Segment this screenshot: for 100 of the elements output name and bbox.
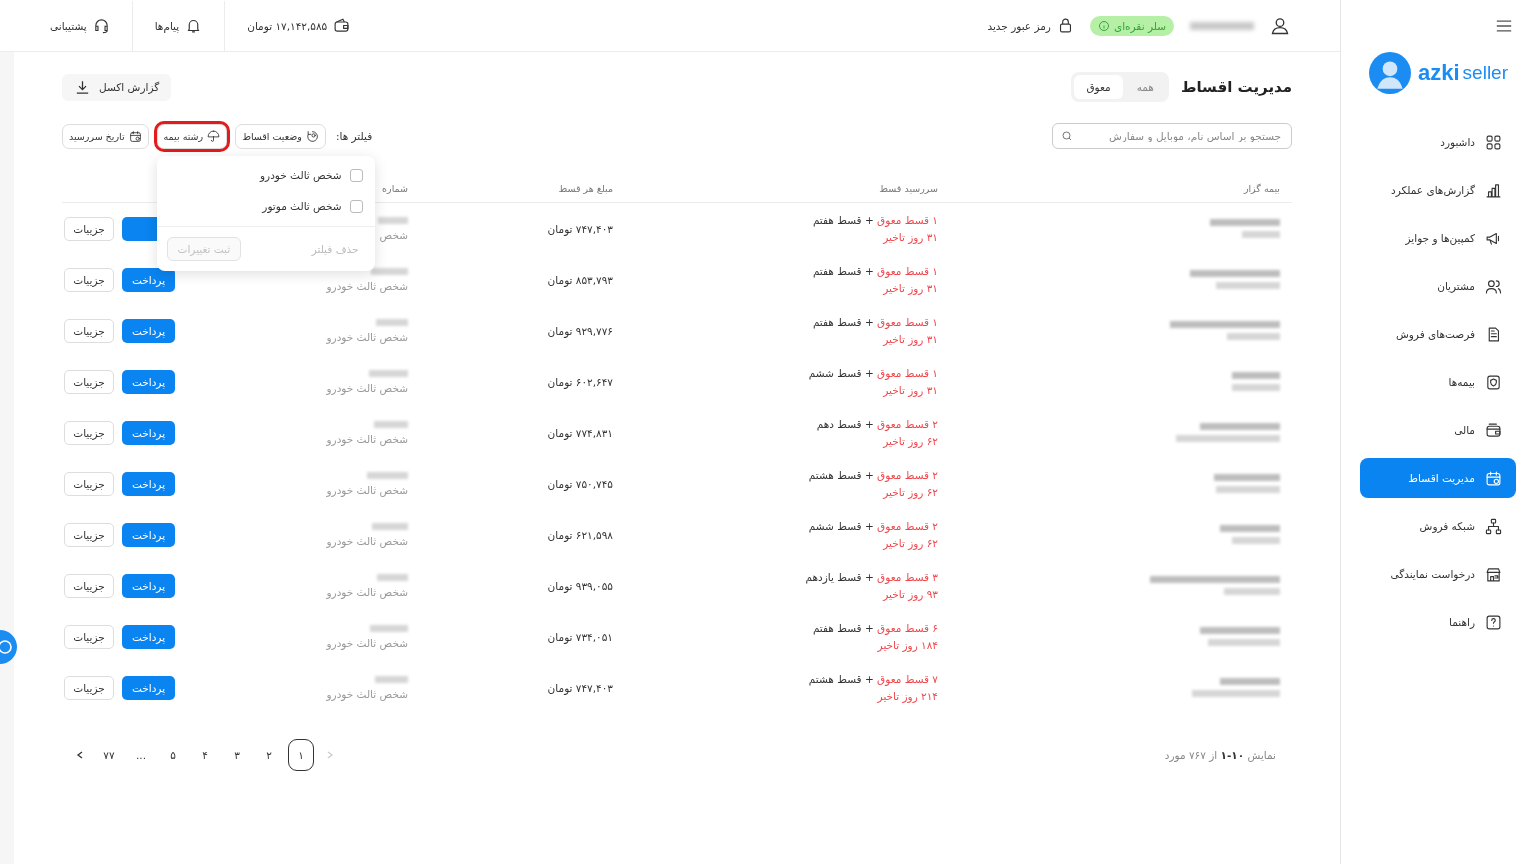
page-button[interactable]: ۴	[192, 739, 218, 771]
help-icon	[1485, 613, 1502, 631]
delay-days: ۱۸۴ روز تاخیر	[877, 639, 938, 651]
shield-icon	[1485, 373, 1502, 391]
seller-level-badge: سلر نقره‌ای	[1089, 15, 1174, 36]
wallet-balance[interactable]: ۱۷,۱۴۲,۵۸۵ تومان	[247, 17, 351, 34]
pay-button[interactable]: پرداخت	[122, 573, 175, 598]
sidebar-item[interactable]: مالی	[1361, 410, 1516, 450]
support-link[interactable]: پشتیبانی	[50, 17, 110, 34]
blurred-text	[1232, 372, 1280, 379]
overdue-count: ۲ قسط معوق	[877, 520, 938, 532]
filter-option[interactable]: شخص ثالث خودرو	[156, 159, 375, 191]
installment-amount: ۹۳۹,۰۵۵ تومان	[547, 579, 613, 592]
details-button[interactable]: جزییات	[64, 267, 114, 292]
next-installment: + قسط دهم	[816, 418, 874, 430]
tab[interactable]: معوق	[1074, 75, 1123, 99]
overdue-count: ۶ قسط معوق	[877, 622, 938, 634]
sidebar-item[interactable]: مشتریان	[1361, 266, 1516, 306]
filter-chip[interactable]: رشته بیمه	[156, 123, 228, 149]
blurred-text	[1220, 525, 1280, 532]
sidebar-item[interactable]: درخواست نمایندگی	[1361, 554, 1516, 594]
checkbox[interactable]	[349, 199, 363, 213]
details-button[interactable]: جزییات	[64, 318, 114, 343]
blurred-text	[1220, 678, 1280, 685]
details-button[interactable]: جزییات	[64, 624, 114, 649]
policy-type: شخص ثالث خودرو	[326, 279, 408, 292]
page-button[interactable]: ...	[128, 739, 154, 771]
pay-button[interactable]: پرداخت	[122, 318, 175, 343]
pay-button[interactable]: پرداخت	[122, 522, 175, 547]
delay-days: ۳۱ روز تاخیر	[883, 333, 938, 345]
sidebar-item[interactable]: فرصت‌های فروش	[1361, 314, 1516, 354]
blurred-text	[1216, 486, 1280, 493]
pay-button[interactable]: پرداخت	[122, 624, 175, 649]
next-installment: + قسط هشتم	[808, 673, 874, 685]
user-icon[interactable]	[1270, 15, 1290, 36]
results-summary: نمایش ۱۰-۱ از ۷۶۷ مورد	[1164, 749, 1276, 761]
blurred-text	[1208, 639, 1280, 646]
checkbox[interactable]	[349, 168, 363, 182]
sidebar-item[interactable]: بیمه‌ها	[1361, 362, 1516, 402]
wallet-icon	[333, 17, 351, 34]
policy-type: شخص ثالث خودرو	[326, 636, 408, 649]
sidebar-item[interactable]: مدیریت اقساط	[1360, 458, 1516, 498]
search-icon	[1061, 130, 1073, 142]
sidebar-item[interactable]: کمپین‌ها و جوایز	[1361, 218, 1516, 258]
installment-amount: ۷۷۴,۸۳۱ تومان	[547, 426, 613, 439]
details-button[interactable]: جزییات	[64, 420, 114, 445]
page-button[interactable]: ۲	[256, 739, 282, 771]
details-button[interactable]: جزییات	[64, 471, 114, 496]
blurred-text	[367, 471, 408, 479]
next-installment: + قسط هفتم	[812, 316, 874, 328]
blurred-text	[1216, 282, 1280, 289]
delay-days: ۶۲ روز تاخیر	[883, 486, 938, 498]
page-button[interactable]: ۵	[160, 739, 186, 771]
details-button[interactable]: جزییات	[64, 369, 114, 394]
messages-link[interactable]: پیام‌ها	[154, 17, 203, 34]
installment-amount: ۸۵۳,۷۹۳ تومان	[547, 273, 613, 286]
page-button[interactable]: ۱	[288, 739, 314, 771]
headset-icon	[92, 17, 110, 34]
overdue-count: ۲ قسط معوق	[877, 418, 938, 430]
pay-button[interactable]: پرداخت	[122, 267, 175, 292]
mascot-avatar-icon	[1369, 52, 1411, 94]
change-password-link[interactable]: رمز عبور جدید	[987, 17, 1074, 34]
installment-amount: ۷۴۷,۴۰۳ تومان	[547, 681, 613, 694]
policy-type: شخص ثالث خودرو	[326, 687, 408, 700]
overdue-count: ۱ قسط معوق	[877, 214, 938, 226]
sidebar-item[interactable]: راهنما	[1361, 602, 1516, 642]
pay-button[interactable]: پرداخت	[122, 471, 175, 496]
pay-button[interactable]: پرداخت	[122, 369, 175, 394]
filters-label: فیلتر ها:	[335, 130, 373, 142]
page-button[interactable]: ۳	[224, 739, 250, 771]
details-button[interactable]: جزییات	[64, 675, 114, 700]
blurred-text	[374, 420, 408, 428]
excel-export-button[interactable]: گزارش اکسل	[62, 73, 172, 101]
details-button[interactable]: جزییات	[64, 216, 114, 241]
policy-type: شخص ثالث خودرو	[326, 330, 408, 343]
chevron-right-icon	[325, 750, 335, 760]
installment-amount: ۷۴۷,۴۰۳ تومان	[547, 222, 613, 235]
filter-chip[interactable]: تاریخ سررسید	[62, 123, 149, 149]
details-button[interactable]: جزییات	[64, 573, 114, 598]
details-button[interactable]: جزییات	[64, 522, 114, 547]
chat-bubble-icon[interactable]	[0, 630, 17, 664]
filter-chip[interactable]: وضعیت اقساط	[235, 123, 326, 149]
blurred-text	[370, 624, 408, 632]
next-installment: + قسط هشتم	[808, 469, 874, 481]
chevron-left-icon	[75, 750, 85, 760]
sidebar-item[interactable]: داشبورد	[1361, 122, 1516, 162]
sidebar-item[interactable]: شبکه فروش	[1361, 506, 1516, 546]
search-field[interactable]: جستجو بر اساس نام، موبایل و سفارش	[1052, 123, 1292, 149]
logo-brand: azki	[1418, 60, 1460, 86]
filter-option[interactable]: شخص ثالث موتور	[156, 190, 375, 222]
sidebar-item[interactable]: گزارش‌های عملکرد	[1361, 170, 1516, 210]
next-installment: + قسط ششم	[808, 520, 874, 532]
menu-icon[interactable]	[1496, 20, 1512, 32]
overdue-count: ۱ قسط معوق	[877, 367, 938, 379]
calendar-icon	[128, 129, 142, 143]
pay-button[interactable]: پرداخت	[122, 675, 175, 700]
page-button[interactable]: ۷۷	[96, 739, 122, 771]
delay-days: ۶۲ روز تاخیر	[883, 435, 938, 447]
pay-button[interactable]: پرداخت	[122, 420, 175, 445]
wallet-icon	[1485, 421, 1502, 439]
